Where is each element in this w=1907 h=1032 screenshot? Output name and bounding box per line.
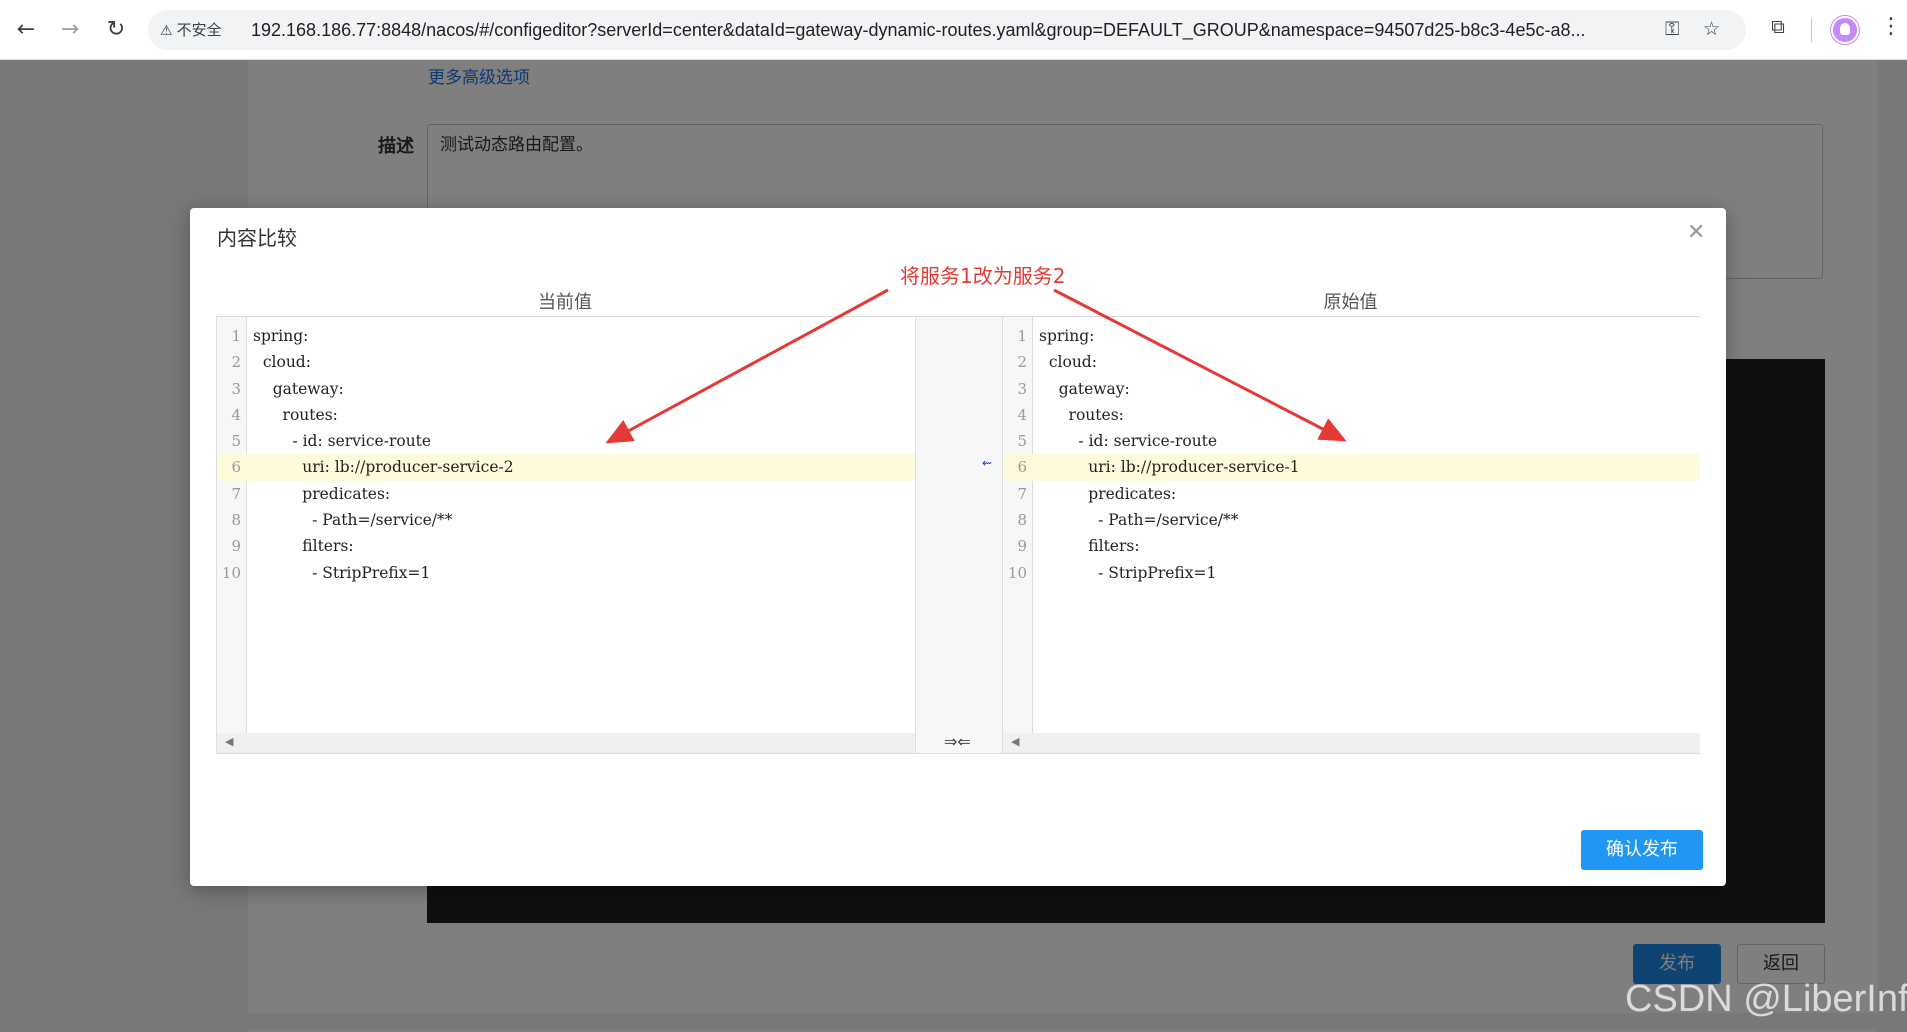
code-text: predicates: (1039, 484, 1177, 503)
code-text: - StripPrefix=1 (1039, 563, 1217, 582)
code-text: gateway: (1039, 379, 1130, 398)
code-text: spring: (1039, 327, 1095, 345)
line-number: 3 (231, 379, 241, 398)
code-text: routes: (1039, 405, 1124, 424)
current-code-pane[interactable]: 1 spring: 2 cloud: 3 gateway: 4 routes: 5 - i… (217, 317, 915, 753)
line-number: 10 (221, 563, 241, 582)
url-text[interactable]: 192.168.186.77:8848/nacos/#/configeditor… (251, 19, 1641, 41)
address-bar[interactable]: ⚠ 不安全 192.168.186.77:8848/nacos/#/confige… (148, 10, 1746, 50)
current-code-line: 3 gateway: (217, 376, 915, 402)
code-text: gateway: (253, 379, 344, 398)
line-number: 5 (231, 432, 241, 451)
forward-icon[interactable]: → (54, 14, 86, 46)
key-icon[interactable]: ⚿ (1665, 18, 1679, 40)
code-text: spring: (253, 327, 309, 345)
security-chip[interactable]: ⚠ 不安全 (160, 19, 222, 41)
current-code-line: 1 spring: (217, 323, 915, 349)
code-text: filters: (1039, 537, 1140, 556)
current-code-line: 5 - id: service-route (217, 428, 915, 454)
original-code-line: 3 gateway: (1003, 376, 1700, 402)
code-text: cloud: (1039, 353, 1097, 372)
current-pane-scrollbar[interactable]: ◀ (217, 733, 915, 753)
line-number: 7 (231, 484, 241, 503)
code-text: uri: lb://producer-service-2 (253, 458, 514, 477)
code-text: cloud: (253, 353, 311, 372)
current-code-line: 8 - Path=/service/** (217, 507, 915, 533)
current-code-line: 4 routes: (217, 402, 915, 428)
line-number: 7 (1017, 484, 1027, 503)
code-text: - id: service-route (253, 432, 432, 451)
back-icon[interactable]: ← (10, 14, 42, 46)
toolbar-divider (1811, 18, 1812, 42)
current-code-line: 10 - StripPrefix=1 (217, 560, 915, 586)
current-code-line: 2 cloud: (217, 349, 915, 375)
original-code-line: 2 cloud: (1003, 349, 1700, 375)
more-menu-icon[interactable]: ⋮ (1880, 14, 1902, 39)
original-code-line: 8 - Path=/service/** (1003, 507, 1700, 533)
line-number: 5 (1017, 432, 1027, 451)
original-value-title: 原始值 (1323, 292, 1378, 313)
original-code-line: 6 uri: lb://producer-service-1 (1003, 454, 1700, 481)
original-code-line: 9 filters: (1003, 533, 1700, 559)
line-number: 6 (231, 458, 241, 477)
merge-arrows-icon[interactable]: ⇒⇐ (944, 732, 971, 751)
line-number: 2 (231, 353, 241, 372)
code-text: predicates: (253, 484, 391, 503)
scroll-left-icon[interactable]: ◀ (225, 735, 233, 748)
code-text: - Path=/service/** (253, 511, 453, 530)
line-number: 10 (1007, 563, 1027, 582)
reload-icon[interactable]: ↻ (100, 14, 132, 46)
code-text: uri: lb://producer-service-1 (1039, 458, 1300, 477)
code-text: - Path=/service/** (1039, 511, 1239, 530)
original-code-line: 4 routes: (1003, 402, 1700, 428)
diff-merge-view: 1 spring: 2 cloud: 3 gateway: 4 routes: 5 - i… (216, 316, 1700, 754)
original-code-pane[interactable]: 1 spring: 2 cloud: 3 gateway: 4 routes: 5 - i… (1003, 317, 1700, 753)
profile-avatar[interactable] (1831, 16, 1859, 44)
original-code-line: 7 predicates: (1003, 481, 1700, 507)
line-number: 9 (231, 537, 241, 556)
line-number: 1 (1017, 327, 1027, 345)
original-code-line: 5 - id: service-route (1003, 428, 1700, 454)
code-text: filters: (253, 537, 354, 556)
line-number: 1 (231, 327, 241, 345)
line-number: 8 (1017, 511, 1027, 530)
confirm-publish-button[interactable]: 确认发布 (1581, 830, 1703, 870)
code-text: - StripPrefix=1 (253, 563, 431, 582)
code-text: routes: (253, 405, 338, 424)
code-text: - id: service-route (1039, 432, 1218, 451)
watermark: CSDN @LiberInfo (1625, 978, 1907, 1020)
original-code-lines: 1 spring: 2 cloud: 3 gateway: 4 routes: 5 - i… (1003, 323, 1700, 586)
line-number: 4 (231, 405, 241, 424)
dialog-title: 内容比较 (217, 226, 297, 250)
line-number: 2 (1017, 353, 1027, 372)
star-icon[interactable]: ☆ (1703, 18, 1720, 40)
warning-icon: ⚠ (160, 23, 173, 39)
line-number: 4 (1017, 405, 1027, 424)
current-value-title: 当前值 (538, 292, 592, 313)
line-number: 9 (1017, 537, 1027, 556)
diff-gap: ⇜ ⇒⇐ (915, 317, 1003, 753)
scroll-left-icon[interactable]: ◀ (1011, 735, 1019, 748)
extensions-icon[interactable]: ⧉ (1765, 16, 1791, 42)
browser-toolbar: ← → ↻ ⚠ 不安全 192.168.186.77:8848/nacos/#/c… (0, 0, 1907, 60)
current-code-line: 6 uri: lb://producer-service-2 (217, 454, 915, 481)
current-code-line: 9 filters: (217, 533, 915, 559)
line-number: 3 (1017, 379, 1027, 398)
original-code-line: 10 - StripPrefix=1 (1003, 560, 1700, 586)
current-code-lines: 1 spring: 2 cloud: 3 gateway: 4 routes: 5 - i… (217, 323, 915, 586)
close-icon[interactable]: ✕ (1687, 220, 1705, 245)
content-compare-dialog: 内容比较 ✕ 当前值 原始值 1 spring: 2 cloud: 3 gateway… (190, 208, 1726, 886)
current-code-line: 7 predicates: (217, 481, 915, 507)
revert-chunk-icon[interactable]: ⇜ (982, 456, 992, 470)
original-code-line: 1 spring: (1003, 323, 1700, 349)
original-pane-scrollbar[interactable]: ◀ (1003, 733, 1700, 753)
line-number: 6 (1017, 458, 1027, 477)
annotation-label: 将服务1改为服务2 (900, 264, 1066, 288)
line-number: 8 (231, 511, 241, 530)
